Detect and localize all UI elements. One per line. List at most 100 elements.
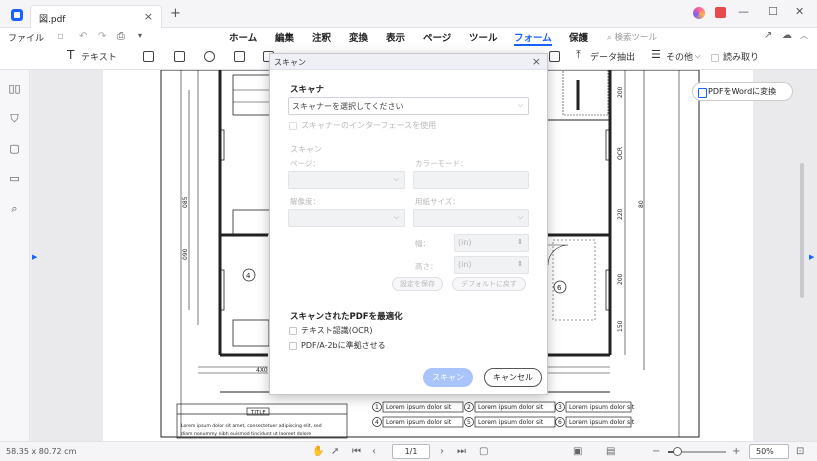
avatar[interactable] xyxy=(693,7,705,19)
checkbox-tool-icon[interactable] xyxy=(143,51,154,62)
prev-page-icon[interactable]: ‹ xyxy=(372,446,376,457)
document-tab[interactable]: 図.pdf × xyxy=(30,5,162,28)
maximize-icon[interactable]: ☐ xyxy=(768,5,778,18)
zoom-in-icon[interactable]: + xyxy=(732,446,740,457)
dialog-header: スキャン × xyxy=(270,54,547,70)
dim-label-2: OCR xyxy=(617,147,624,160)
width-stepper-icon[interactable]: ⇕ xyxy=(517,238,523,246)
width-label: 幅： xyxy=(415,239,430,248)
select-tool-icon[interactable]: ➚ xyxy=(331,446,339,457)
resolution-select[interactable]: ⌵ xyxy=(288,209,405,227)
last-page-icon[interactable]: ⏭ xyxy=(457,446,466,457)
search-tools[interactable]: ⌕ 検索ツール xyxy=(607,31,657,43)
height-stepper-icon[interactable]: ⇕ xyxy=(517,260,523,268)
text-field-button[interactable]: テキスト xyxy=(81,50,117,63)
width-input[interactable]: (in) ⇕ xyxy=(454,234,529,252)
legend-num-5: 5 xyxy=(467,419,471,426)
ocr-checkbox[interactable] xyxy=(289,327,297,335)
gift-icon[interactable] xyxy=(715,7,726,18)
close-window-icon[interactable]: ✕ xyxy=(795,5,804,18)
page-select[interactable]: ⌵ xyxy=(288,171,405,189)
save-icon[interactable]: ▫ xyxy=(57,31,64,42)
quick-access-dropdown-icon[interactable]: ▾ xyxy=(138,31,142,40)
scan-button[interactable]: スキャン xyxy=(423,368,473,387)
redo-icon[interactable]: ↷ xyxy=(98,31,106,42)
minimize-icon[interactable]: — xyxy=(738,5,749,18)
tab-annotate[interactable]: 注釈 xyxy=(312,30,331,44)
share-icon[interactable]: ↗ xyxy=(764,30,772,41)
tab-tools[interactable]: ツール xyxy=(469,30,498,44)
data-extract-button[interactable]: データ抽出 xyxy=(590,50,635,63)
tab-convert[interactable]: 変換 xyxy=(349,30,368,44)
zoom-select[interactable]: 50% xyxy=(749,444,789,459)
zoom-value: 50% xyxy=(756,447,774,456)
tab-form[interactable]: フォーム xyxy=(514,30,552,46)
view-mode-icon[interactable]: ▤ xyxy=(606,446,615,457)
legend-num-4: 4 xyxy=(375,419,379,426)
use-interface-checkbox[interactable] xyxy=(289,122,297,130)
first-page-icon[interactable]: ⏮ xyxy=(352,446,361,457)
legend-num-1: 1 xyxy=(375,404,379,411)
tab-close-icon[interactable]: × xyxy=(144,10,153,23)
page-select-chevron-icon: ⌵ xyxy=(393,175,399,183)
scanner-select[interactable]: スキャナーを選択してください ⌵ xyxy=(288,97,529,115)
page-layout-icon[interactable]: ▣ xyxy=(573,446,582,457)
right-panel-expand-icon[interactable]: ▶ xyxy=(809,253,814,261)
sidebar-expand-icon[interactable]: ▶ xyxy=(32,253,37,261)
thumbnail-icon[interactable]: ▯▯ xyxy=(8,82,21,95)
page-number-input[interactable]: 1/1 xyxy=(392,444,430,459)
fullscreen-icon[interactable]: ⊡ xyxy=(796,446,804,457)
attachment-icon[interactable]: ▭ xyxy=(8,172,21,185)
dim-label-4: 200 xyxy=(617,273,624,285)
dialog-title: スキャン xyxy=(274,58,306,67)
legend-text-1: Lorem ipsum dolor sit xyxy=(386,404,452,411)
file-menu[interactable]: ファイル xyxy=(8,31,44,44)
tab-page[interactable]: ページ xyxy=(423,30,451,44)
tab-protect[interactable]: 保護 xyxy=(569,30,588,44)
pdfa-checkbox[interactable] xyxy=(289,342,297,350)
legend-text-4: Lorem ipsum dolor sit xyxy=(386,419,452,426)
comment-icon[interactable]: ▢ xyxy=(8,142,21,155)
combo-box-icon[interactable] xyxy=(234,51,245,62)
search-icon[interactable]: ⌕ xyxy=(8,202,21,215)
zoom-out-icon[interactable]: − xyxy=(652,446,660,457)
scanner-select-value: スキャナーを選択してください xyxy=(292,102,404,111)
tab-edit[interactable]: 編集 xyxy=(275,30,294,44)
checkbox-check-icon[interactable] xyxy=(174,51,185,62)
fit-page-icon[interactable]: ▢ xyxy=(479,446,488,457)
cancel-button[interactable]: キャンセル xyxy=(484,368,542,387)
read-only-checkbox[interactable] xyxy=(711,54,719,62)
pdf-to-word-button[interactable]: PDFをWordに変換 xyxy=(692,82,793,101)
save-settings-button[interactable]: 設定を保存 xyxy=(392,277,443,291)
tab-view[interactable]: 表示 xyxy=(386,30,405,44)
cloud-icon[interactable]: ☁ xyxy=(782,30,792,41)
search-tools-label: 検索ツール xyxy=(614,33,657,43)
scanner-heading: スキャナ xyxy=(290,85,325,95)
add-tab-icon[interactable]: + xyxy=(170,6,181,21)
zoom-slider[interactable] xyxy=(668,447,726,456)
paper-size-select[interactable]: ⌵ xyxy=(413,209,529,227)
bookmark-icon[interactable]: ⛉ xyxy=(8,112,21,125)
more-chevron-icon: ⌵ xyxy=(695,52,701,60)
hand-tool-icon[interactable]: ✋ xyxy=(312,446,324,457)
print-icon[interactable]: ⎙ xyxy=(117,31,125,42)
color-mode-label: カラーモード： xyxy=(415,159,468,168)
paper-size-label: 用紙サイズ： xyxy=(415,197,460,206)
radio-button-icon[interactable] xyxy=(204,51,215,62)
menu-bar: ファイル ▫ ↶ ↷ ⎙ ▾ ホーム 編集 注釈 変換 表示 ページ ツール フ… xyxy=(0,28,817,46)
dim-label-8: 80 xyxy=(638,200,645,208)
reset-default-button[interactable]: デフォルトに戻す xyxy=(452,277,526,291)
undo-icon[interactable]: ↶ xyxy=(79,31,87,42)
tab-home[interactable]: ホーム xyxy=(229,30,257,44)
form-recognition-icon[interactable] xyxy=(549,51,560,62)
collapse-ribbon-icon[interactable]: ︿ xyxy=(800,30,808,41)
next-page-icon[interactable]: › xyxy=(440,446,444,457)
vertical-scrollbar[interactable] xyxy=(800,163,804,298)
color-mode-select[interactable] xyxy=(413,171,529,189)
zoom-slider-handle[interactable] xyxy=(672,447,682,456)
page-dimensions: 58.35 x 80.72 cm xyxy=(6,447,77,456)
height-input[interactable]: (in) ⇕ xyxy=(454,256,529,274)
page-label: ページ： xyxy=(290,159,320,168)
dialog-close-icon[interactable]: × xyxy=(532,55,541,68)
more-button[interactable]: その他 xyxy=(666,50,693,63)
